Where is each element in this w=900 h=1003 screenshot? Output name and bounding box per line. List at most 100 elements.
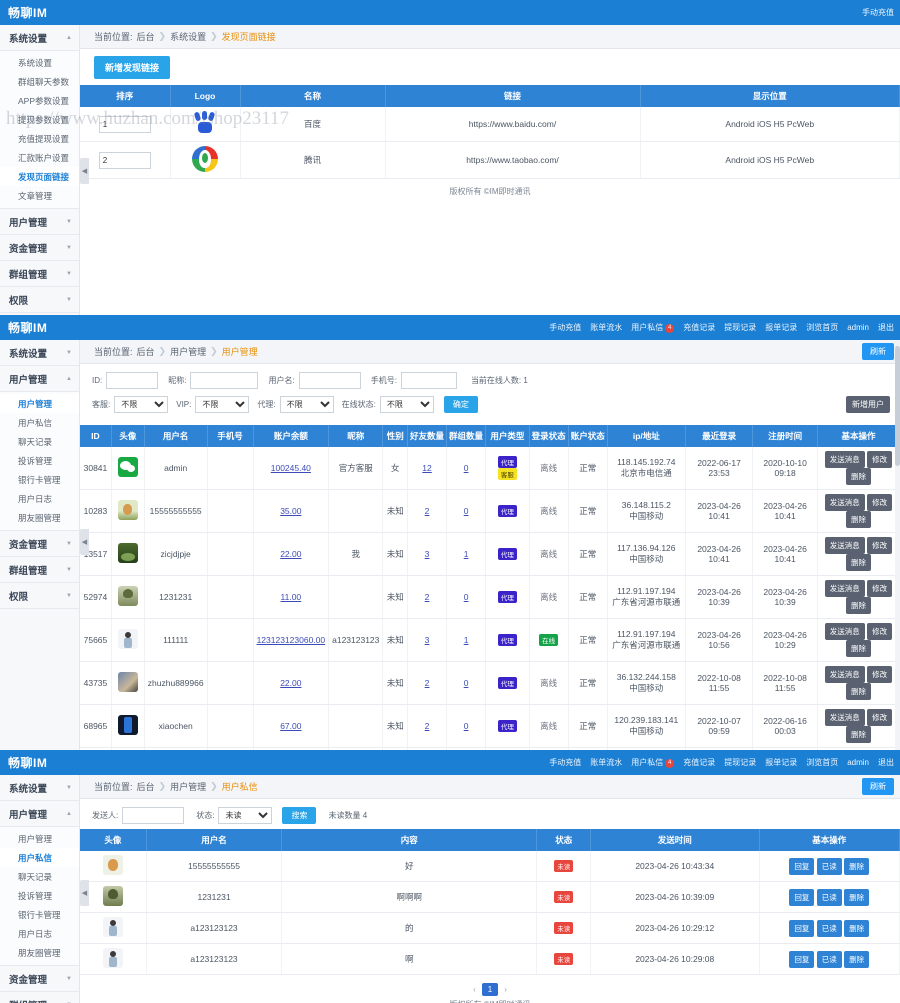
sidebar-item-user-log[interactable]: 用户日志: [0, 924, 79, 943]
filter-kefu-select[interactable]: 不限: [114, 396, 169, 413]
delete-button[interactable]: 删除: [845, 597, 871, 614]
friend-count-link[interactable]: 12: [422, 463, 431, 473]
filter-nick-input[interactable]: [190, 372, 259, 389]
balance-link[interactable]: 22.00: [280, 549, 301, 559]
topnav-report-records[interactable]: 报单记录: [765, 757, 797, 768]
mark-read-button[interactable]: 已读: [816, 857, 842, 875]
vertical-scrollbar[interactable]: [895, 340, 900, 750]
mark-read-button[interactable]: 已读: [816, 919, 842, 937]
topnav-bill-flow[interactable]: 账单流水: [590, 322, 622, 333]
group-count-link[interactable]: 0: [464, 678, 469, 688]
sidebar-item-group-manage[interactable]: 群组管理 ▼: [0, 261, 79, 287]
balance-link[interactable]: 22.00: [280, 678, 301, 688]
scrollbar-thumb[interactable]: [895, 346, 900, 466]
topnav-manual-recharge[interactable]: 手动充值: [862, 7, 894, 18]
delete-button[interactable]: 删除: [844, 888, 870, 906]
sidebar-item-bank-card-manage[interactable]: 银行卡管理: [0, 470, 79, 489]
breadcrumb-item-1[interactable]: 用户管理: [170, 780, 206, 793]
filter-agent-select[interactable]: 不限: [279, 396, 334, 413]
sidebar-item-group-chat-params[interactable]: 群组聊天参数: [0, 72, 79, 91]
topnav-recharge-records[interactable]: 充值记录: [683, 322, 715, 333]
sidebar-collapse-handle[interactable]: ◀: [80, 528, 89, 555]
delete-button[interactable]: 删除: [845, 726, 871, 743]
balance-link[interactable]: 35.00: [280, 506, 301, 516]
friend-count-link[interactable]: 3: [425, 635, 430, 645]
filter-id-input[interactable]: [106, 372, 159, 389]
friend-count-link[interactable]: 2: [425, 678, 430, 688]
balance-link[interactable]: 123123123060.00: [257, 635, 326, 645]
breadcrumb-item-root[interactable]: 后台: [137, 780, 155, 793]
pagination-next[interactable]: ›: [504, 985, 507, 994]
edit-button[interactable]: 修改: [867, 494, 893, 511]
reply-button[interactable]: 回复: [789, 888, 815, 906]
topnav-user-message[interactable]: 用户私信 4: [631, 757, 675, 768]
search-button[interactable]: 搜索: [282, 807, 317, 824]
topnav-withdraw-records[interactable]: 提现记录: [724, 322, 756, 333]
topnav-withdraw-records[interactable]: 提现记录: [724, 757, 756, 768]
breadcrumb-item-root[interactable]: 后台: [137, 30, 155, 43]
topnav-user-message[interactable]: 用户私信 4: [631, 322, 675, 333]
sidebar-collapse-handle[interactable]: ◀: [80, 158, 89, 185]
edit-button[interactable]: 修改: [867, 623, 893, 640]
sidebar-item-user-manage[interactable]: 用户管理 ▼: [0, 209, 79, 235]
topnav-bill-flow[interactable]: 账单流水: [590, 757, 622, 768]
send-message-button[interactable]: 发送消息: [824, 666, 865, 683]
topnav-account-admin[interactable]: admin: [847, 323, 869, 332]
sidebar-item-system-settings[interactable]: 系统设置 ▲: [0, 25, 79, 51]
sidebar-item-fund-manage[interactable]: 资金管理 ▼: [0, 235, 79, 261]
sidebar-item-system-settings[interactable]: 系统设置 ▼: [0, 340, 79, 366]
topnav-manual-recharge[interactable]: 手动充值: [549, 757, 581, 768]
sidebar-item-discover-links[interactable]: 发现页面链接: [0, 167, 79, 186]
filter-status-select[interactable]: 未读: [218, 807, 273, 824]
filter-submit-button[interactable]: 确定: [443, 396, 478, 413]
sidebar-item-withdraw-params[interactable]: 提现参数设置: [0, 110, 79, 129]
sidebar-item-chat-records[interactable]: 聊天记录: [0, 867, 79, 886]
send-message-button[interactable]: 发送消息: [824, 537, 865, 554]
pagination-prev[interactable]: ‹: [473, 985, 476, 994]
sidebar-item-user-message[interactable]: 用户私信: [0, 413, 79, 432]
delete-button[interactable]: 删除: [845, 554, 871, 571]
topnav-recharge-records[interactable]: 充值记录: [683, 757, 715, 768]
balance-link[interactable]: 11.00: [281, 592, 302, 602]
filter-sender-input[interactable]: [122, 807, 185, 824]
sidebar-item-complaint-manage[interactable]: 投诉管理: [0, 451, 79, 470]
sidebar-item-recharge-withdraw[interactable]: 充值提现设置: [0, 129, 79, 148]
order-input[interactable]: [98, 151, 151, 169]
pagination-page-1[interactable]: 1: [481, 983, 499, 996]
topnav-manual-recharge[interactable]: 手动充值: [549, 322, 581, 333]
edit-button[interactable]: 修改: [867, 709, 893, 726]
sidebar-item-moments-manage[interactable]: 朋友圈管理: [0, 943, 79, 962]
sidebar-item-system-settings[interactable]: 系统设置 ▼: [0, 775, 79, 801]
sidebar-item-group-manage[interactable]: 群组管理 ▼: [0, 557, 79, 583]
delete-button[interactable]: 删除: [845, 511, 871, 528]
group-count-link[interactable]: 1: [464, 549, 469, 559]
refresh-button[interactable]: 刷新: [862, 343, 894, 360]
reply-button[interactable]: 回复: [789, 919, 815, 937]
topnav-logout[interactable]: 退出: [878, 322, 894, 333]
delete-button[interactable]: 删除: [844, 950, 870, 968]
topnav-browse-home[interactable]: 浏览首页: [806, 322, 838, 333]
sidebar-item-permission[interactable]: 权限 ▼: [0, 583, 79, 609]
group-count-link[interactable]: 1: [464, 635, 469, 645]
refresh-button[interactable]: 刷新: [862, 778, 894, 795]
sidebar-item-app-params[interactable]: APP参数设置: [0, 91, 79, 110]
filter-username-input[interactable]: [298, 372, 361, 389]
sidebar-item-system-settings-sub[interactable]: 系统设置: [0, 53, 79, 72]
sidebar-collapse-handle[interactable]: ◀: [80, 879, 89, 906]
breadcrumb-item-root[interactable]: 后台: [137, 345, 155, 358]
group-count-link[interactable]: 0: [464, 592, 469, 602]
friend-count-link[interactable]: 2: [425, 721, 430, 731]
filter-vip-select[interactable]: 不限: [195, 396, 250, 413]
sidebar-item-group-manage[interactable]: 群组管理 ▼: [0, 992, 79, 1003]
breadcrumb-item-1[interactable]: 系统设置: [170, 30, 206, 43]
send-message-button[interactable]: 发送消息: [824, 451, 865, 468]
balance-link[interactable]: 67.00: [280, 721, 301, 731]
topnav-account-admin[interactable]: admin: [847, 758, 869, 767]
sidebar-item-moments-manage[interactable]: 朋友圈管理: [0, 508, 79, 527]
sidebar-item-user-manage[interactable]: 用户管理 ▲: [0, 801, 79, 827]
topnav-logout[interactable]: 退出: [878, 757, 894, 768]
reply-button[interactable]: 回复: [789, 857, 815, 875]
sidebar-item-user-manage-sub[interactable]: 用户管理: [0, 829, 79, 848]
send-message-button[interactable]: 发送消息: [824, 709, 865, 726]
sidebar-item-user-message[interactable]: 用户私信: [0, 848, 79, 867]
